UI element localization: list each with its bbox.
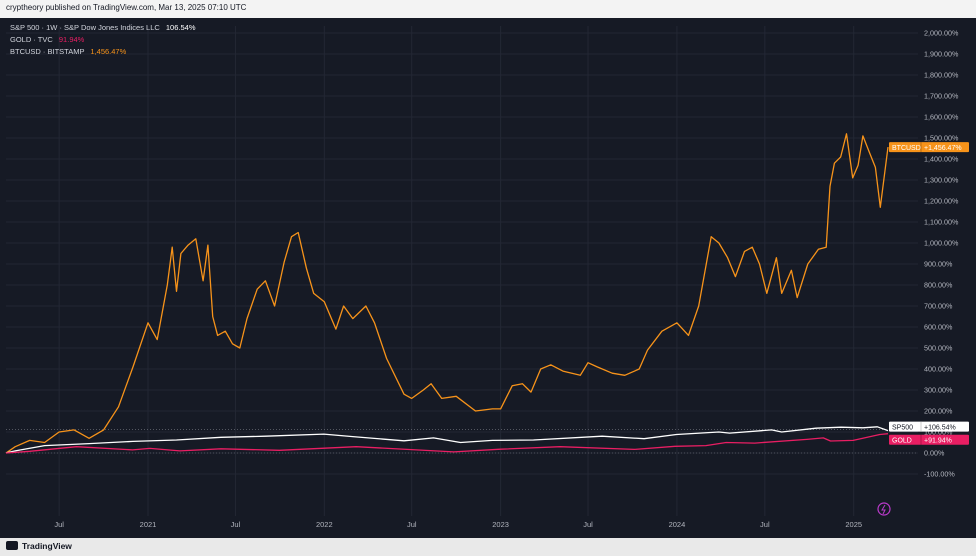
chart-legend: S&P 500 · 1W · S&P Dow Jones Indices LLC… — [10, 22, 196, 58]
y-tick-label: 700.00% — [924, 302, 953, 311]
legend-value-btcusd: 1,456.47% — [90, 47, 127, 56]
y-axis[interactable]: -100.00%0.00%100.00%200.00%300.00%400.00… — [924, 29, 959, 479]
x-tick-label: 2023 — [492, 520, 509, 529]
y-tick-label: 400.00% — [924, 365, 953, 374]
footer-bar: TradingView — [0, 538, 976, 556]
tradingview-logo[interactable]: TradingView — [6, 541, 72, 551]
tradingview-logo-text: TradingView — [22, 541, 72, 551]
legend-item-btcusd[interactable]: BTCUSD · BITSTAMP 1,456.47% — [10, 46, 196, 58]
x-tick-label: 2022 — [316, 520, 333, 529]
x-tick-label: Jul — [583, 520, 593, 529]
series-line-gold — [5, 433, 889, 454]
tradingview-logo-icon — [6, 541, 18, 550]
y-tick-label: 300.00% — [924, 386, 953, 395]
y-tick-label: 1,000.00% — [924, 239, 959, 248]
publish-header: cryptheory published on TradingView.com,… — [0, 0, 976, 19]
last-label-value: +106.54% — [924, 424, 956, 431]
x-axis[interactable]: Jul 2021 Jul 2022 Jul 2023 Jul 2024 Jul 2025 — [54, 520, 862, 529]
chart-svg[interactable]: -100.00%0.00%100.00%200.00%300.00%400.00… — [0, 18, 976, 538]
y-tick-label: 1,300.00% — [924, 176, 959, 185]
legend-value-gold: 91.94% — [58, 35, 85, 44]
legend-label-btcusd: BTCUSD · BITSTAMP — [10, 47, 85, 56]
y-tick-label: 1,400.00% — [924, 155, 959, 164]
y-tick-label: 1,600.00% — [924, 113, 959, 122]
legend-label-sp500: S&P 500 · 1W · S&P Dow Jones Indices LLC — [10, 23, 160, 32]
last-label-value: +91.94% — [924, 437, 952, 444]
y-tick-label: 800.00% — [924, 281, 953, 290]
y-tick-label: 1,900.00% — [924, 50, 959, 59]
last-value-labels: BTCUSD +1,456.47% SP500 +106.54% GOLD +91.94% — [889, 142, 969, 445]
last-label-name: BTCUSD — [892, 145, 921, 152]
y-tick-label: 1,800.00% — [924, 71, 959, 80]
y-tick-label: 1,500.00% — [924, 134, 959, 143]
x-tick-label: 2021 — [140, 520, 157, 529]
x-tick-label: 2024 — [669, 520, 686, 529]
last-label-sp500: SP500 +106.54% — [889, 421, 969, 432]
publish-header-text: cryptheory published on TradingView.com,… — [6, 3, 247, 12]
y-tick-label: 200.00% — [924, 407, 953, 416]
last-label-value: +1,456.47% — [924, 145, 962, 152]
y-tick-label: -100.00% — [924, 470, 955, 479]
last-label-name: SP500 — [892, 424, 913, 431]
y-tick-label: 0.00% — [924, 449, 945, 458]
y-tick-label: 500.00% — [924, 344, 953, 353]
x-tick-label: 2025 — [845, 520, 862, 529]
series-line-btcusd — [5, 133, 889, 454]
chart-area[interactable]: -100.00% 0.00% 100.00% 200.00% 300.00% 400.00… — [0, 18, 976, 538]
flash-icon[interactable] — [877, 502, 891, 516]
y-tick-label: 1,200.00% — [924, 197, 959, 206]
x-tick-label: Jul — [231, 520, 241, 529]
legend-value-sp500: 106.54% — [165, 23, 196, 32]
x-tick-label: Jul — [54, 520, 64, 529]
last-label-name: GOLD — [892, 437, 912, 444]
x-tick-label: Jul — [407, 520, 417, 529]
y-tick-label: 900.00% — [924, 260, 953, 269]
last-label-gold: GOLD +91.94% — [889, 434, 969, 445]
y-tick-label: 1,700.00% — [924, 92, 959, 101]
y-tick-label: 2,000.00% — [924, 29, 959, 38]
legend-item-sp500[interactable]: S&P 500 · 1W · S&P Dow Jones Indices LLC… — [10, 22, 196, 34]
series-layer — [5, 133, 889, 454]
y-tick-label: 600.00% — [924, 323, 953, 332]
last-label-btcusd: BTCUSD +1,456.47% — [889, 142, 969, 153]
legend-label-gold: GOLD · TVC — [10, 35, 53, 44]
y-tick-label: 1,100.00% — [924, 218, 959, 227]
x-tick-label: Jul — [760, 520, 770, 529]
legend-item-gold[interactable]: GOLD · TVC 91.94% — [10, 34, 196, 46]
